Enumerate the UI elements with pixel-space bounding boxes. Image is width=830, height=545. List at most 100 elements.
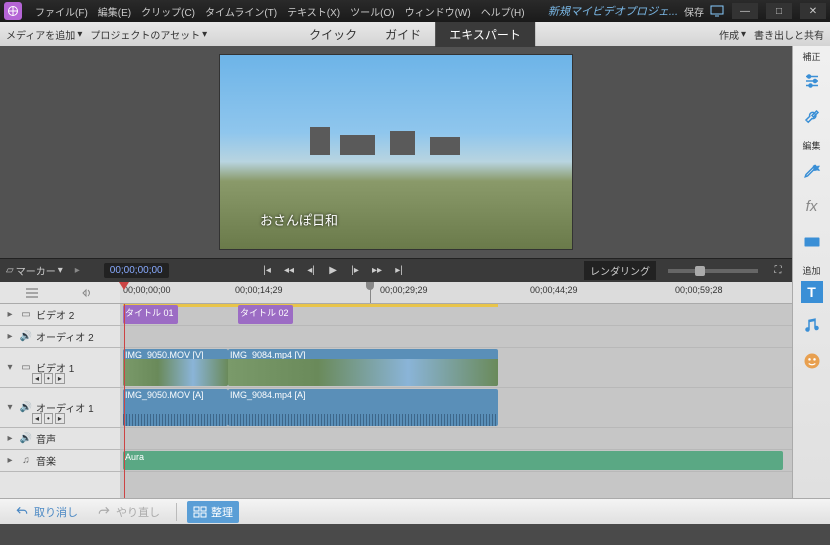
expand-icon[interactable]: ▾ — [4, 362, 16, 373]
text-icon[interactable]: T — [801, 281, 823, 303]
expand-icon[interactable]: ▸ — [4, 433, 16, 444]
track-lane-a1[interactable]: IMG_9050.MOV [A]IMG_9084.mp4 [A] — [120, 388, 792, 428]
app-logo — [4, 2, 22, 20]
track-btn[interactable]: ◂ — [32, 373, 42, 384]
menu-タイムライン[interactable]: タイムライン(T) — [200, 4, 282, 19]
expand-icon[interactable]: ▸ — [4, 309, 16, 320]
mode-tabs: クイック ガイド エキスパート — [295, 22, 535, 47]
menu-ヘルプ[interactable]: ヘルプ(H) — [476, 4, 530, 19]
track-btn[interactable]: ▸ — [55, 373, 65, 384]
step-back-button[interactable]: ◂◂ — [281, 263, 297, 279]
track-label: 音楽 — [36, 453, 116, 468]
center-panel: おさんぽ日和 ▱ マーカー ▾ ▸ 00;00;00;00 |◂ ◂◂ ◂| ▶… — [0, 46, 792, 498]
track-lane-music[interactable]: Aura — [120, 450, 792, 472]
transition-icon[interactable] — [798, 228, 826, 256]
menu-テキスト[interactable]: テキスト(X) — [282, 4, 345, 19]
marker-dropdown[interactable]: ▱ マーカー ▾ — [6, 263, 63, 278]
close-button[interactable]: ✕ — [800, 3, 826, 19]
expand-icon[interactable]: ▸ — [4, 331, 16, 342]
clip-label: タイトル 01 — [125, 308, 174, 318]
redo-button[interactable]: やり直し — [90, 502, 166, 522]
clip[interactable]: タイトル 02 — [238, 305, 293, 324]
project-assets-button[interactable]: プロジェクトのアセット ▾ — [90, 27, 207, 42]
fx-icon[interactable]: fx — [798, 192, 826, 220]
timecode-display[interactable]: 00;00;00;00 — [104, 263, 169, 278]
render-button[interactable]: レンダリング — [584, 261, 656, 280]
track-content[interactable]: タイトル 01 タイトル 02 IMG_9050.MOV [V]IMG_9084.m… — [120, 304, 792, 498]
timeline-ruler-row: 00;00;00;0000;00;14;2900;00;29;2900;00;4… — [0, 282, 792, 304]
expand-icon[interactable]: ▾ — [4, 402, 16, 413]
goto-start-button[interactable]: |◂ — [259, 263, 275, 279]
organize-button[interactable]: 整理 — [187, 501, 239, 523]
clip[interactable]: IMG_9050.MOV [V] — [123, 349, 228, 386]
zoom-thumb[interactable] — [695, 266, 705, 276]
zoom-slider[interactable] — [668, 269, 758, 273]
ruler-tick: 00;00;59;28 — [675, 285, 723, 295]
track-type-icon[interactable]: 🔊 — [20, 433, 32, 444]
clip-label: Aura — [125, 452, 144, 462]
timeline-ruler[interactable]: 00;00;00;0000;00;14;2900;00;29;2900;00;4… — [120, 282, 792, 303]
pen-fx-icon[interactable]: fx — [798, 156, 826, 184]
clip[interactable]: Aura — [123, 451, 783, 470]
track-type-icon[interactable]: ▭ — [20, 362, 32, 373]
menu-ファイル[interactable]: ファイル(F) — [30, 4, 93, 19]
maximize-button[interactable]: □ — [766, 3, 792, 19]
track-header-voice: ▸🔊音声 — [0, 428, 120, 450]
clip-label: IMG_9084.mp4 [A] — [230, 390, 306, 400]
track-header-music: ▸ ♫ 音楽 — [0, 450, 120, 472]
clip[interactable]: IMG_9050.MOV [A] — [123, 389, 228, 426]
ruler-tick: 00;00;44;29 — [530, 285, 578, 295]
create-button[interactable]: 作成 ▾ — [719, 27, 746, 42]
menu-クリップ[interactable]: クリップ(C) — [136, 4, 200, 19]
clip[interactable]: タイトル 01 — [123, 305, 178, 324]
track-type-icon[interactable]: 🔊 — [20, 402, 32, 413]
track-display-toggle[interactable] — [21, 285, 43, 301]
sliders-icon[interactable] — [798, 67, 826, 95]
track-btn[interactable]: • — [44, 413, 53, 424]
menu-ツール[interactable]: ツール(O) — [345, 4, 399, 19]
menu-編集[interactable]: 編集(E) — [93, 4, 136, 19]
track-lane-v2[interactable]: タイトル 01 タイトル 02 — [120, 304, 792, 326]
play-button[interactable]: ▶ — [325, 263, 341, 279]
playhead[interactable] — [119, 282, 129, 290]
undo-button[interactable]: 取り消し — [8, 502, 84, 522]
export-button[interactable]: 書き出しと共有 — [754, 27, 824, 42]
track-lane-a2[interactable] — [120, 326, 792, 348]
track-type-icon[interactable]: ▭ — [20, 309, 32, 320]
preview-monitor[interactable]: おさんぽ日和 — [219, 54, 573, 250]
tab-guide[interactable]: ガイド — [371, 22, 435, 47]
fullscreen-button[interactable]: ⛶ — [770, 263, 786, 279]
track-lane-v1[interactable]: IMG_9050.MOV [V]IMG_9084.mp4 [V] — [120, 348, 792, 388]
track-btn[interactable]: ▸ — [55, 413, 65, 424]
expand-icon[interactable]: ▸ — [4, 455, 16, 466]
goto-end-button[interactable]: ▸| — [391, 263, 407, 279]
monitor-icon[interactable] — [710, 4, 724, 18]
menu-ウィンドウ[interactable]: ウィンドウ(W) — [400, 4, 476, 19]
tab-quick[interactable]: クイック — [295, 22, 371, 47]
audio-display-toggle[interactable] — [77, 285, 99, 301]
wrench-icon[interactable] — [798, 103, 826, 131]
clip[interactable]: IMG_9084.mp4 [A] — [228, 389, 498, 426]
playhead-line[interactable] — [124, 304, 125, 498]
next-frame-button[interactable]: |▸ — [347, 263, 363, 279]
track-type-icon[interactable]: 🔊 — [20, 331, 32, 342]
track-lane-voice[interactable] — [120, 428, 792, 450]
prev-frame-button[interactable]: ◂| — [303, 263, 319, 279]
graphics-icon[interactable] — [798, 347, 826, 375]
tab-expert[interactable]: エキスパート — [435, 22, 535, 47]
preview-area: おさんぽ日和 — [0, 46, 792, 258]
step-fwd-button[interactable]: ▸▸ — [369, 263, 385, 279]
ruler-tick: 00;00;00;00 — [123, 285, 171, 295]
track-type-icon[interactable]: ♫ — [20, 455, 32, 466]
minimize-button[interactable]: — — [732, 3, 758, 19]
music-icon[interactable] — [798, 311, 826, 339]
clip[interactable]: IMG_9084.mp4 [V] — [228, 349, 498, 386]
track-btn[interactable]: ◂ — [32, 413, 42, 424]
title-overlay-text: おさんぽ日和 — [260, 210, 338, 229]
add-media-button[interactable]: メディアを追加 ▾ — [6, 27, 82, 42]
project-name: 新規マイビデオプロジェ... — [548, 3, 678, 19]
rp-section-add: 追加 — [802, 260, 820, 277]
track-btn[interactable]: • — [44, 373, 53, 384]
save-button[interactable]: 保存 — [684, 4, 704, 19]
transport-toggle[interactable]: ▸ — [75, 265, 80, 276]
